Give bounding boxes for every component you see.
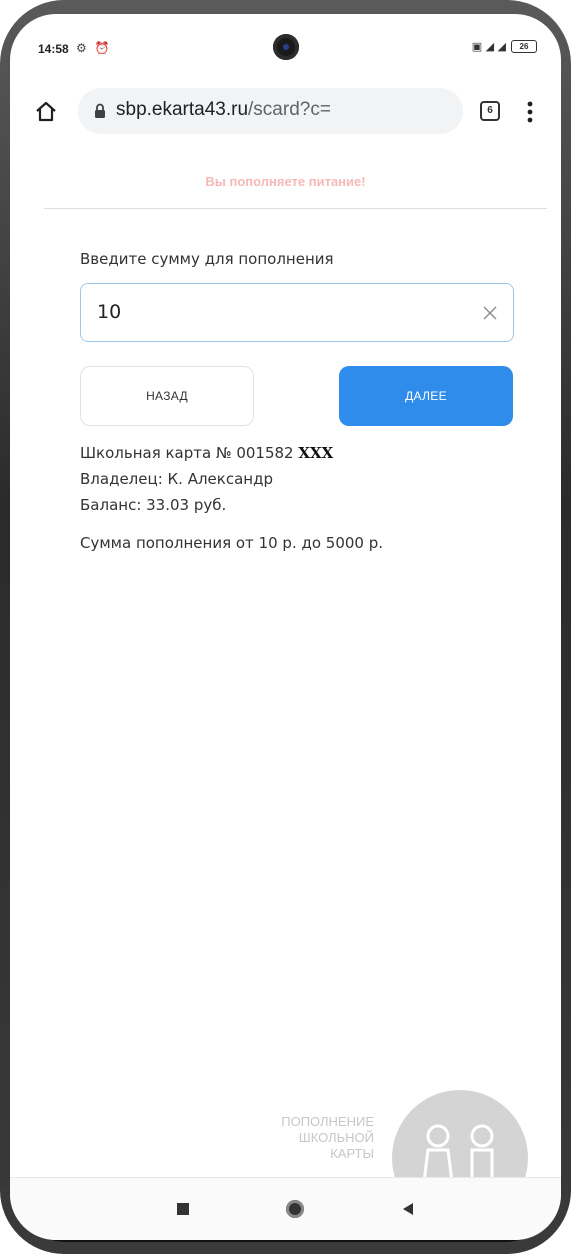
tab-switcher-button[interactable]: 6 xyxy=(480,101,500,121)
back-button[interactable]: НАЗАД xyxy=(80,366,254,426)
recent-apps-button[interactable] xyxy=(177,1203,189,1215)
promo-line: ШКОЛЬНОЙ xyxy=(298,1130,374,1145)
lock-icon xyxy=(95,103,105,118)
battery-icon: 26 xyxy=(511,40,537,53)
notice-text: Вы пополняете питание! xyxy=(205,174,366,189)
front-camera xyxy=(273,34,299,60)
page-content: Вы пополняете питание! Введите сумму для… xyxy=(10,146,561,1226)
url-host: sbp.ekarta43.ru xyxy=(116,99,249,120)
amount-label: Введите сумму для пополнения xyxy=(80,250,334,268)
status-bar: 14:58 ⚙ ⏰ ▣ ◢ ◢ 26 xyxy=(10,14,561,78)
home-icon[interactable] xyxy=(32,98,60,126)
url-text: sbp.ekarta43.ru/scard?c= xyxy=(116,99,331,121)
phone-frame: 14:58 ⚙ ⏰ ▣ ◢ ◢ 26 sbp.ekarta43.ru/scard… xyxy=(0,0,571,1254)
more-menu-icon[interactable] xyxy=(527,100,533,124)
next-button[interactable]: ДАЛЕЕ xyxy=(339,366,513,426)
clear-icon[interactable] xyxy=(482,305,498,321)
amount-value: 10 xyxy=(97,301,122,323)
promo-line: ПОПОЛНЕНИЕ xyxy=(281,1114,374,1129)
url-path: /scard?c= xyxy=(248,99,331,120)
status-notification-icons: ⚙ ⏰ xyxy=(76,41,112,55)
status-time: 14:58 xyxy=(38,42,69,56)
status-system-icons: ▣ ◢ ◢ 26 xyxy=(472,40,537,53)
card-number-mask: XXX xyxy=(298,444,334,462)
address-bar[interactable]: sbp.ekarta43.ru/scard?c= xyxy=(78,88,463,134)
amount-range: Сумма пополнения от 10 р. до 5000 р. xyxy=(80,534,384,552)
card-number-label: Школьная карта № 001582 xyxy=(80,444,299,462)
card-number: Школьная карта № 001582 XXX xyxy=(80,444,333,462)
signal-icon: ▣ ◢ ◢ xyxy=(471,40,506,53)
android-nav-bar xyxy=(10,1177,561,1240)
back-nav-icon[interactable] xyxy=(402,1202,414,1216)
browser-toolbar: sbp.ekarta43.ru/scard?c= 6 xyxy=(10,80,561,144)
home-button[interactable] xyxy=(286,1200,304,1218)
card-balance: Баланс: 33.03 руб. xyxy=(80,496,227,514)
promo-text: ПОПОЛНЕНИЕ ШКОЛЬНОЙ КАРТЫ xyxy=(242,1114,374,1162)
amount-input[interactable]: 10 xyxy=(80,283,514,342)
screen: 14:58 ⚙ ⏰ ▣ ◢ ◢ 26 sbp.ekarta43.ru/scard… xyxy=(10,14,561,1240)
divider xyxy=(44,208,547,209)
card-owner: Владелец: К. Александр xyxy=(80,470,273,488)
promo-line: КАРТЫ xyxy=(330,1146,374,1161)
